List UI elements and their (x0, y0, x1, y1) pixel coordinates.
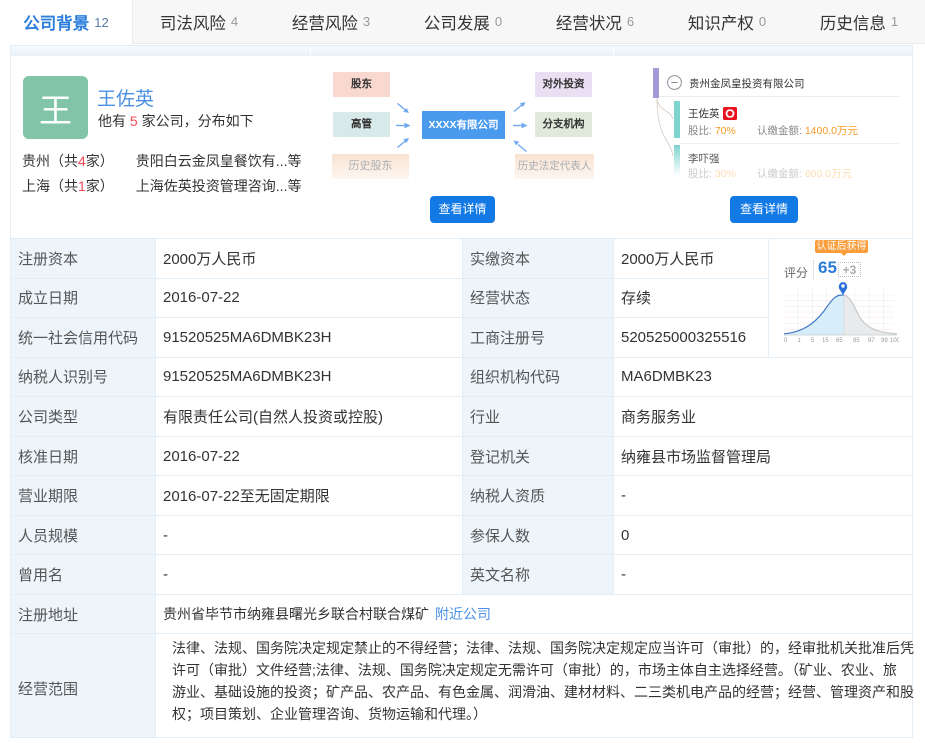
svg-text:0: 0 (784, 338, 788, 343)
svg-text:15: 15 (822, 338, 829, 343)
svg-text:99: 99 (881, 338, 888, 343)
svg-text:97: 97 (868, 338, 875, 343)
svg-text:85: 85 (853, 338, 860, 343)
svg-text:5: 5 (811, 338, 815, 343)
svg-text:1: 1 (798, 338, 802, 343)
svg-text:65: 65 (836, 338, 843, 343)
svg-text:100: 100 (890, 338, 899, 343)
